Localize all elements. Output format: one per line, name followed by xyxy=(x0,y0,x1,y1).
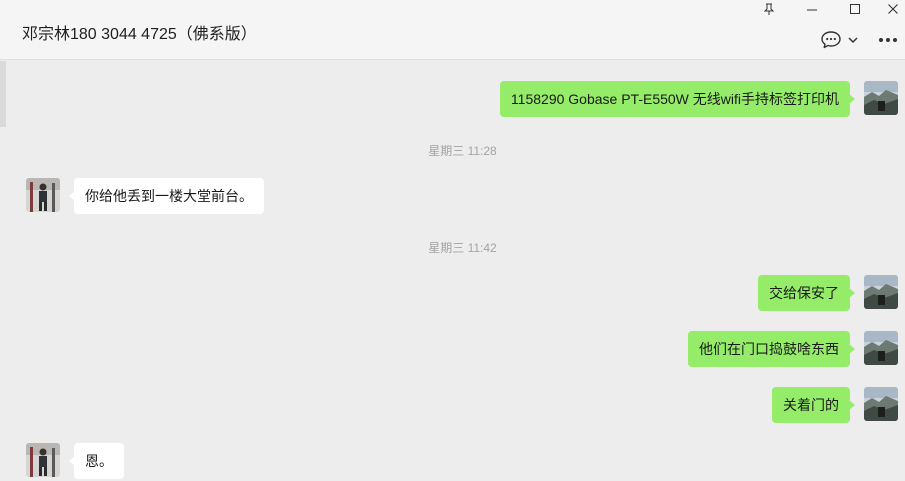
minimize-icon xyxy=(807,9,817,11)
message-timestamp: 星期三 11:28 xyxy=(428,144,497,158)
close-button[interactable] xyxy=(881,0,905,18)
message-bubble-sent[interactable]: 1158290 Gobase PT-E550W 无线wifi手持标签打印机 xyxy=(499,81,856,117)
avatar-landscape-image xyxy=(864,387,898,421)
contact-avatar[interactable] xyxy=(26,178,60,212)
my-avatar[interactable] xyxy=(864,81,898,115)
avatar-landscape-image xyxy=(864,331,898,365)
avatar-person-image xyxy=(26,443,60,477)
close-icon xyxy=(888,4,898,14)
message-bubble-sent[interactable]: 关着门的 xyxy=(772,387,855,423)
maximize-icon xyxy=(850,4,860,14)
chat-tools-button[interactable] xyxy=(820,30,864,50)
message-bubble-received[interactable]: 恩。 xyxy=(69,443,124,479)
message-bubble-sent[interactable]: 他们在门口捣鼓啥东西 xyxy=(688,331,855,367)
avatar-landscape-image xyxy=(864,81,898,115)
maximize-button[interactable] xyxy=(838,0,872,18)
scrollbar-thumb[interactable] xyxy=(0,61,6,127)
message-bubble-sent[interactable]: 交给保安了 xyxy=(758,275,855,311)
message-timestamp: 星期三 11:42 xyxy=(428,241,497,255)
message-list[interactable]: 1158290 Gobase PT-E550W 无线wifi手持标签打印机 星期… xyxy=(0,61,905,481)
message-bubble-received[interactable]: 你给他丢到一楼大堂前台。 xyxy=(69,178,264,214)
contact-avatar[interactable] xyxy=(26,443,60,477)
more-icon xyxy=(879,38,897,42)
my-avatar[interactable] xyxy=(864,387,898,421)
pin-icon xyxy=(763,3,775,15)
my-avatar[interactable] xyxy=(864,275,898,309)
avatar-person-image xyxy=(26,178,60,212)
avatar-landscape-image xyxy=(864,275,898,309)
chevron-down-icon xyxy=(848,37,858,44)
chat-header: 邓宗林180 3044 4725（佛系版） xyxy=(0,0,905,60)
more-button[interactable] xyxy=(876,30,900,50)
chat-bubble-icon xyxy=(821,31,841,49)
minimize-button[interactable] xyxy=(795,0,829,18)
my-avatar[interactable] xyxy=(864,331,898,365)
chat-title: 邓宗林180 3044 4725（佛系版） xyxy=(22,26,257,43)
chat-window: 邓宗林180 3044 4725（佛系版） 1158290 Gobase PT-… xyxy=(0,0,905,481)
pin-button[interactable] xyxy=(752,0,786,18)
